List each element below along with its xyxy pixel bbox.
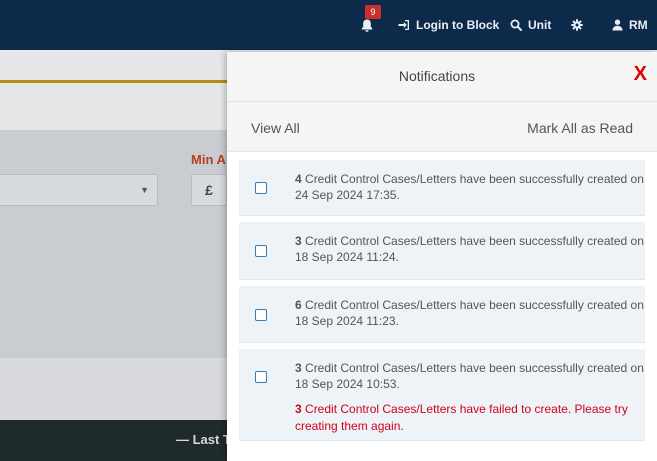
notification-error-text: Credit Control Cases/Letters have failed…: [295, 402, 628, 433]
background-min-label: Min A: [191, 152, 226, 167]
notifications-list: 4 Credit Control Cases/Letters have been…: [227, 160, 657, 447]
background-dropdown[interactable]: ▼: [0, 174, 158, 206]
notification-text: Credit Control Cases/Letters have been s…: [295, 361, 644, 391]
notification-item[interactable]: 6 Credit Control Cases/Letters have been…: [239, 286, 645, 343]
background-footer-text: — Last T: [176, 432, 231, 447]
notification-item[interactable]: 3 Credit Control Cases/Letters have been…: [239, 222, 645, 280]
notifications-header: Notifications X: [227, 52, 657, 102]
notification-text: Credit Control Cases/Letters have been s…: [295, 234, 644, 264]
notification-message: 3 Credit Control Cases/Letters have been…: [295, 233, 645, 265]
settings-button[interactable]: [571, 0, 583, 50]
notification-count: 3: [295, 234, 302, 248]
top-navbar: 9 Login to Block Unit RM: [0, 0, 657, 50]
notification-count: 3: [295, 361, 302, 375]
notification-message: 4 Credit Control Cases/Letters have been…: [295, 171, 645, 203]
notification-error-message: 3 Credit Control Cases/Letters have fail…: [295, 401, 645, 435]
notification-count-badge: 9: [365, 5, 381, 19]
user-initials: RM: [629, 18, 648, 32]
notifications-title: Notifications: [398, 68, 476, 84]
login-to-block-label: Login to Block: [416, 18, 500, 32]
notification-checkbox[interactable]: [255, 182, 267, 194]
mark-all-read-link[interactable]: Mark All as Read: [527, 120, 633, 136]
notification-message: 6 Credit Control Cases/Letters have been…: [295, 297, 645, 329]
notification-item[interactable]: 3 Credit Control Cases/Letters have been…: [239, 349, 645, 441]
currency-addon: £: [191, 174, 227, 206]
notification-count: 6: [295, 298, 302, 312]
view-all-link[interactable]: View All: [251, 120, 300, 136]
user-icon: [612, 19, 623, 31]
unit-label: Unit: [528, 18, 552, 32]
caret-down-icon: ▼: [140, 185, 149, 195]
close-button[interactable]: X: [634, 64, 647, 84]
unit-search-link[interactable]: Unit: [510, 0, 551, 50]
login-to-block-link[interactable]: Login to Block: [398, 0, 499, 50]
notifications-panel: Notifications X View All Mark All as Rea…: [227, 52, 657, 461]
notification-text: Credit Control Cases/Letters have been s…: [295, 298, 644, 328]
gear-icon: [571, 19, 583, 31]
notification-item[interactable]: 4 Credit Control Cases/Letters have been…: [239, 160, 645, 216]
notification-checkbox[interactable]: [255, 245, 267, 257]
search-icon: [510, 19, 522, 31]
notifications-actions: View All Mark All as Read: [227, 102, 657, 152]
notification-error-count: 3: [295, 402, 302, 416]
bell-icon: [361, 19, 373, 32]
sign-in-icon: [398, 19, 410, 31]
notification-count: 4: [295, 172, 302, 186]
notification-message: 3 Credit Control Cases/Letters have been…: [295, 360, 645, 392]
notification-text: Credit Control Cases/Letters have been s…: [295, 172, 644, 202]
notification-checkbox[interactable]: [255, 371, 267, 383]
notification-checkbox[interactable]: [255, 309, 267, 321]
user-menu[interactable]: RM: [612, 0, 648, 50]
